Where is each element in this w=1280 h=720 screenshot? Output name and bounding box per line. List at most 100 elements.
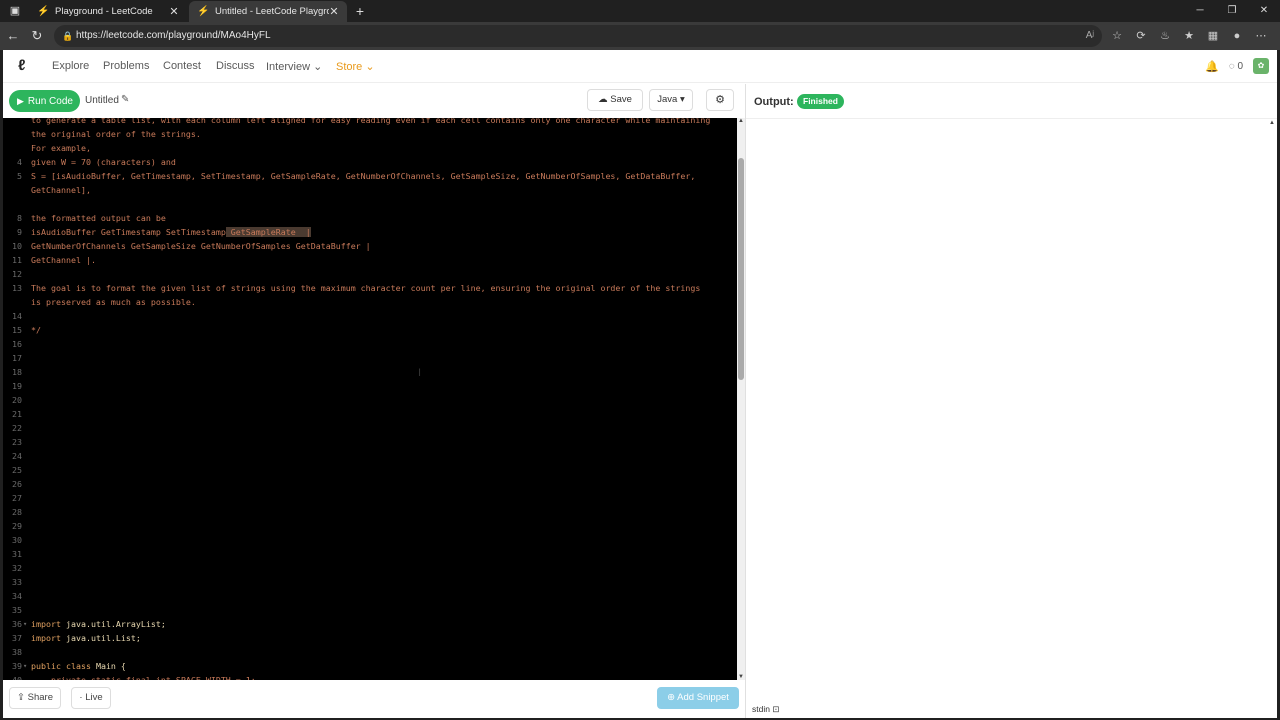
- code-line: 25: [3, 463, 737, 477]
- scroll-up-icon[interactable]: ▲: [737, 118, 745, 124]
- performance-icon[interactable]: ♨: [1156, 27, 1174, 45]
- extensions-icon[interactable]: ⟳: [1132, 27, 1150, 45]
- refresh-icon[interactable]: ↻: [28, 27, 46, 45]
- comment-token: GetNumberOfChannels GetSampleSize GetNum…: [31, 241, 371, 251]
- scroll-up-icon[interactable]: ▲: [1269, 120, 1275, 126]
- comment-token: S = [isAudioBuffer, GetTimestamp, SetTim…: [31, 171, 696, 181]
- browser-tab-playground[interactable]: ⚡ Playground - LeetCode ✕: [29, 1, 187, 22]
- nav-problems[interactable]: Problems: [103, 60, 149, 72]
- settings-button[interactable]: ⚙: [706, 89, 734, 111]
- tab-actions-icon[interactable]: ▣: [6, 2, 24, 20]
- code-text: GetNumberOfChannels GetSampleSize GetNum…: [31, 239, 371, 253]
- edit-pencil-icon[interactable]: ✎: [121, 94, 129, 105]
- nav-explore[interactable]: Explore: [52, 60, 89, 72]
- read-aloud-icon[interactable]: Aʲ: [1086, 25, 1094, 47]
- code-line: 38: [3, 645, 737, 659]
- code-line: 13 The goal is to format the given list o…: [3, 281, 737, 295]
- avatar[interactable]: ✿: [1253, 58, 1269, 74]
- favorite-star-icon[interactable]: ☆: [1108, 27, 1126, 45]
- restore-icon[interactable]: ❐: [1216, 0, 1248, 22]
- scrollbar-thumb[interactable]: [738, 158, 744, 380]
- close-tab-icon[interactable]: ✕: [329, 5, 339, 18]
- fold-arrow-icon[interactable]: ▾: [23, 659, 27, 673]
- close-tab-icon[interactable]: ✕: [169, 5, 179, 18]
- code-text: */: [31, 323, 41, 337]
- close-window-icon[interactable]: ✕: [1248, 0, 1280, 22]
- comment-token: isAudioBuffer GetTimestamp SetTimestamp: [31, 227, 226, 237]
- address-bar-row: ← ↻ 🔒 https://leetcode.com/playground/MA…: [0, 22, 1280, 50]
- browser-tab-strip: ▣ ⚡ Playground - LeetCode ✕ ⚡ Untitled -…: [0, 0, 1280, 22]
- copilot-icon[interactable]: ◆: [1276, 27, 1280, 45]
- nav-discuss[interactable]: Discuss: [216, 60, 255, 72]
- keyword-token: import: [31, 633, 61, 643]
- code-text: is preserved as much as possible.: [31, 295, 196, 309]
- code-text: isAudioBuffer GetTimestamp SetTimestamp …: [31, 225, 311, 239]
- tab-title: Untitled - LeetCode Playground: [215, 6, 329, 17]
- nav-interview-label: Interview: [266, 61, 311, 73]
- code-editor[interactable]: to generate a table list, with each colu…: [3, 118, 737, 680]
- notification-bell-icon[interactable]: 🔔: [1205, 60, 1219, 73]
- url-field[interactable]: 🔒 https://leetcode.com/playground/MAo4Hy…: [54, 25, 1102, 47]
- line-number: 13: [12, 283, 22, 293]
- favorites-icon[interactable]: ★: [1180, 27, 1198, 45]
- line-number: 22: [12, 423, 22, 433]
- line-number: 21: [12, 409, 22, 419]
- share-icon: ⇪: [17, 692, 25, 703]
- playground-title[interactable]: Untitled: [85, 95, 119, 106]
- leetcode-favicon-icon: ⚡: [197, 5, 210, 17]
- output-scrollbar[interactable]: ▲: [1269, 120, 1277, 680]
- back-icon[interactable]: ←: [4, 27, 22, 45]
- leetcode-logo-icon[interactable]: ℓ: [18, 58, 34, 74]
- fire-icon: ◌: [1228, 60, 1235, 72]
- line-number: 17: [12, 353, 22, 363]
- stdin-toggle[interactable]: stdin ⊡: [752, 704, 779, 715]
- menu-icon[interactable]: ⋯: [1252, 27, 1270, 45]
- editor-bottom-bar: ⇪ Share · Live ⊕ Add Snippet: [3, 680, 743, 718]
- comment-token: given W = 70 (characters) and: [31, 157, 176, 167]
- code-line: For example,: [3, 141, 737, 155]
- nav-store[interactable]: Store ⌄: [336, 60, 375, 73]
- line-number: 28: [12, 507, 22, 517]
- save-button[interactable]: ☁ Save: [587, 89, 643, 111]
- window-controls: ─ ❐ ✕: [1184, 0, 1280, 22]
- language-select[interactable]: Java ▾: [649, 89, 693, 111]
- add-snippet-button[interactable]: ⊕ Add Snippet: [657, 687, 739, 709]
- code-token: java.util.ArrayList;: [60, 619, 166, 629]
- comment-token: GetChannel |.: [31, 255, 96, 265]
- line-number: 12: [12, 269, 22, 279]
- minimize-icon[interactable]: ─: [1184, 0, 1216, 22]
- keyword-token: public class: [31, 661, 91, 671]
- code-text: the formatted output can be: [31, 211, 166, 225]
- collections-icon[interactable]: ▦: [1204, 27, 1222, 45]
- fold-arrow-icon[interactable]: ▾: [23, 617, 27, 631]
- tab-title: Playground - LeetCode: [55, 6, 153, 17]
- code-line: 40 private static final int SPACE_WIDTH …: [3, 673, 737, 680]
- profile-icon[interactable]: ●: [1228, 27, 1246, 45]
- browser-tab-untitled[interactable]: ⚡ Untitled - LeetCode Playground ✕: [189, 1, 347, 22]
- code-line: the original order of the strings.: [3, 127, 737, 141]
- stdin-label: stdin: [752, 704, 770, 714]
- site-nav: ℓ Explore Problems Contest Discuss Inter…: [3, 50, 1277, 83]
- streak-counter[interactable]: ◌ 0: [1229, 61, 1243, 72]
- code-line: 8 the formatted output can be: [3, 211, 737, 225]
- nav-contest[interactable]: Contest: [163, 60, 201, 72]
- editor-scrollbar[interactable]: ▲ ▼: [737, 118, 745, 680]
- line-number: 16: [12, 339, 22, 349]
- code-line: 15 */: [3, 323, 737, 337]
- nav-interview[interactable]: Interview ⌄: [266, 60, 322, 73]
- code-line: 29: [3, 519, 737, 533]
- code-line: 5 S = [isAudioBuffer, GetTimestamp, SetTi…: [3, 169, 737, 183]
- line-number: 19: [12, 381, 22, 391]
- line-number: 31: [12, 549, 22, 559]
- live-button[interactable]: · Live: [71, 687, 111, 709]
- line-number: 5: [17, 171, 22, 181]
- code-line: 24: [3, 449, 737, 463]
- streak-count: 0: [1237, 60, 1243, 72]
- code-text: the original order of the strings.: [31, 127, 201, 141]
- new-tab-icon[interactable]: +: [352, 2, 368, 20]
- code-line: 31: [3, 547, 737, 561]
- code-line: 28: [3, 505, 737, 519]
- code-line: 20: [3, 393, 737, 407]
- share-button[interactable]: ⇪ Share: [9, 687, 61, 709]
- run-code-button[interactable]: ▶ Run Code: [9, 90, 80, 112]
